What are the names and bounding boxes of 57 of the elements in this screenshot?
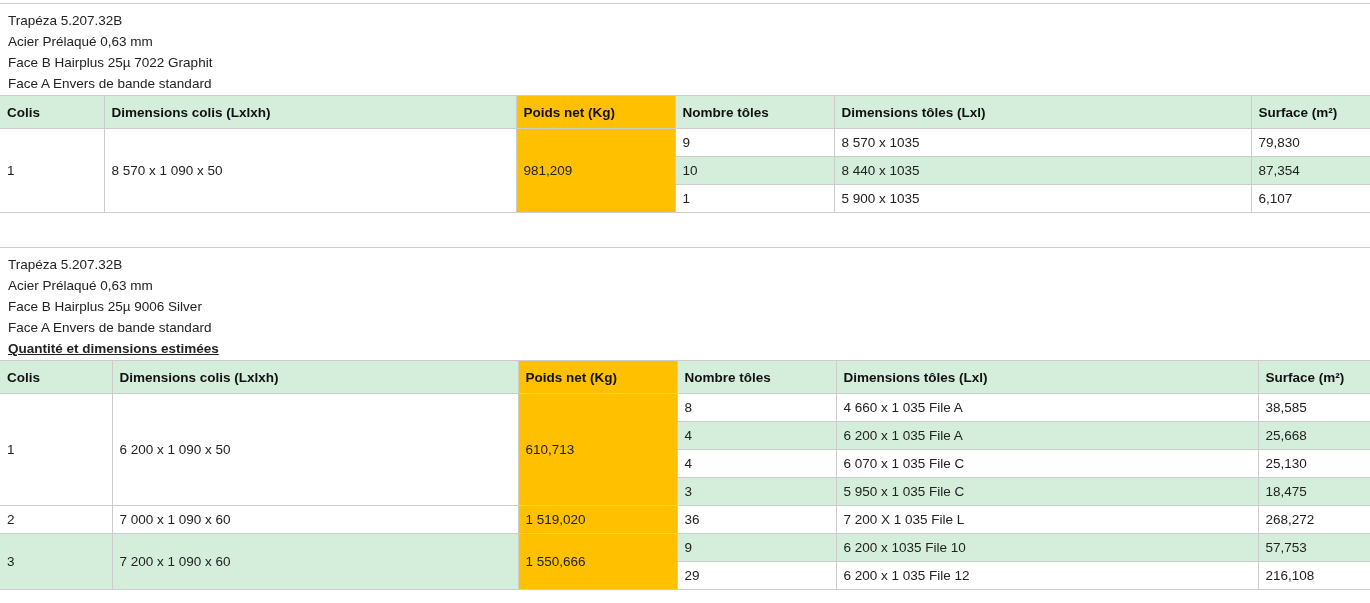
table-cell: 36 [677,505,836,534]
table-cell: 1 [0,393,112,506]
column-header: Nombre tôles [677,360,836,394]
table-cell: 981,209 [516,128,675,213]
spec-line: Face B Hairplus 25µ 9006 Silver [8,298,203,316]
column-header: Nombre tôles [675,95,834,129]
spec-line: Trapéza 5.207.32B [8,256,124,274]
table-cell: 29 [677,561,836,590]
note-text: Quantité et dimensions estimées [8,340,220,358]
table-cell: 1 [675,184,834,213]
column-header: Colis [0,360,112,394]
table-cell: 2 [0,505,112,534]
table-cell: 9 [675,128,834,157]
table-cell: 4 [677,421,836,450]
column-header: Colis [0,95,104,129]
table-cell: 8 570 x 1035 [834,128,1251,157]
table-cell: 4 660 x 1 035 File A [836,393,1258,422]
table-cell: 1 519,020 [518,505,677,534]
table-cell: 8 440 x 1035 [834,156,1251,185]
table-cell: 1 [0,128,104,213]
table-cell: 6 200 x 1 090 x 50 [112,393,518,506]
column-header: Surface (m²) [1258,360,1370,394]
table-cell: 7 200 x 1 090 x 60 [112,533,518,590]
column-header: Surface (m²) [1251,95,1370,129]
table-cell: 610,713 [518,393,677,506]
table-cell: 5 950 x 1 035 File C [836,477,1258,506]
table-cell: 5 900 x 1035 [834,184,1251,213]
column-header: Dimensions tôles (Lxl) [834,95,1251,129]
column-header: Poids net (Kg) [518,360,677,394]
table-cell: 57,753 [1258,533,1370,562]
table-cell: 6 070 x 1 035 File C [836,449,1258,478]
spec-line: Trapéza 5.207.32B [8,12,124,30]
column-header: Poids net (Kg) [516,95,675,129]
table-cell: 25,668 [1258,421,1370,450]
table-cell: 18,475 [1258,477,1370,506]
table-cell: 6 200 x 1 035 File A [836,421,1258,450]
column-header: Dimensions colis (Lxlxh) [104,95,516,129]
spec-line: Acier Prélaqué 0,63 mm [8,33,154,51]
spec-line: Face A Envers de bande standard [8,75,213,93]
table-cell: 9 [677,533,836,562]
table-cell: 87,354 [1251,156,1370,185]
table-cell: 8 570 x 1 090 x 50 [104,128,516,213]
spec-line: Face A Envers de bande standard [8,319,213,337]
table-cell: 8 [677,393,836,422]
column-header: Dimensions colis (Lxlxh) [112,360,518,394]
spec-line: Face B Hairplus 25µ 7022 Graphit [8,54,214,72]
table-cell: 7 200 X 1 035 File L [836,505,1258,534]
table-cell: 6 200 x 1035 File 10 [836,533,1258,562]
table-cell: 3 [0,533,112,590]
column-header: Dimensions tôles (Lxl) [836,360,1258,394]
table-cell: 6 200 x 1 035 File 12 [836,561,1258,590]
table-cell: 1 550,666 [518,533,677,590]
table-cell: 4 [677,449,836,478]
table-cell: 10 [675,156,834,185]
table-cell: 7 000 x 1 090 x 60 [112,505,518,534]
table-cell: 3 [677,477,836,506]
spec-line: Acier Prélaqué 0,63 mm [8,277,154,295]
